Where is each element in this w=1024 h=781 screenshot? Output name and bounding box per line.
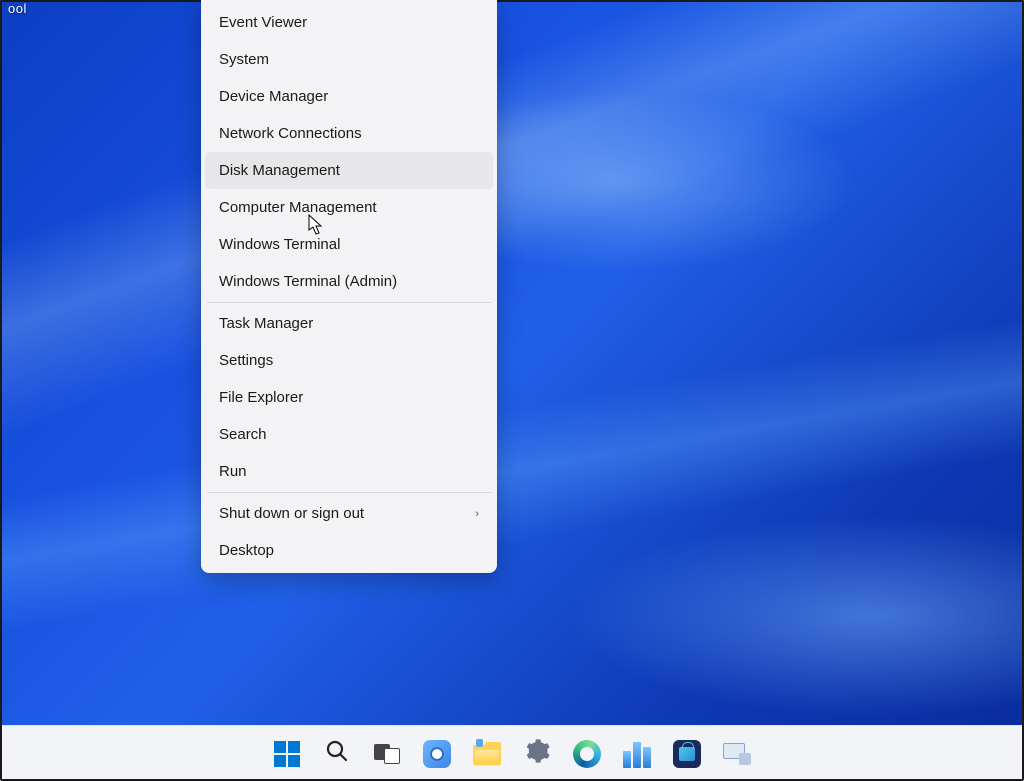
chat-icon	[423, 740, 451, 768]
desktop[interactable]: ool Event Viewer System Device Manager Netw…	[0, 0, 1024, 725]
menu-item-label: Disk Management	[219, 162, 340, 179]
menu-item-label: Network Connections	[219, 125, 362, 142]
menu-item-computer-management[interactable]: Computer Management	[205, 189, 493, 226]
menu-separator	[207, 492, 491, 493]
menu-item-label: Windows Terminal (Admin)	[219, 273, 397, 290]
menu-item-windows-terminal-admin[interactable]: Windows Terminal (Admin)	[205, 263, 493, 300]
menu-item-label: Event Viewer	[219, 14, 307, 31]
edge-icon	[573, 740, 601, 768]
microsoft-store-button[interactable]	[665, 732, 709, 776]
servermgr-icon	[623, 740, 651, 768]
menu-item-disk-management[interactable]: Disk Management	[205, 152, 493, 189]
menu-item-run[interactable]: Run	[205, 453, 493, 490]
menu-item-device-manager[interactable]: Device Manager	[205, 78, 493, 115]
winx-context-menu: Event Viewer System Device Manager Network …	[201, 0, 497, 573]
start-icon	[274, 741, 300, 767]
edge-button[interactable]	[565, 732, 609, 776]
menu-item-label: Task Manager	[219, 315, 313, 332]
file-explorer-button[interactable]	[465, 732, 509, 776]
taskview-icon	[374, 744, 400, 764]
menu-item-label: Search	[219, 426, 267, 443]
chat-button[interactable]	[415, 732, 459, 776]
start-button[interactable]	[265, 732, 309, 776]
menu-item-label: Windows Terminal	[219, 236, 340, 253]
menu-item-label: System	[219, 51, 269, 68]
menu-item-label: File Explorer	[219, 389, 303, 406]
task-view-button[interactable]	[365, 732, 409, 776]
menu-item-label: Desktop	[219, 542, 274, 559]
settings-icon	[523, 737, 551, 770]
desktop-icon-label-fragment: ool	[8, 1, 27, 16]
menu-item-label: Settings	[219, 352, 273, 369]
menu-item-label: Shut down or sign out	[219, 505, 364, 522]
explorer-icon	[473, 742, 501, 766]
install-device-button[interactable]	[715, 732, 759, 776]
menu-item-label: Computer Management	[219, 199, 377, 216]
menu-item-system[interactable]: System	[205, 41, 493, 78]
search-button[interactable]	[315, 732, 359, 776]
search-icon	[325, 739, 349, 768]
menu-item-shut-down-or-sign-out[interactable]: Shut down or sign out ›	[205, 495, 493, 532]
menu-item-file-explorer[interactable]: File Explorer	[205, 379, 493, 416]
store-icon	[673, 740, 701, 768]
menu-separator	[207, 302, 491, 303]
server-manager-button[interactable]	[615, 732, 659, 776]
menu-item-network-connections[interactable]: Network Connections	[205, 115, 493, 152]
menu-item-task-manager[interactable]: Task Manager	[205, 305, 493, 342]
menu-item-label: Run	[219, 463, 247, 480]
chevron-right-icon: ›	[475, 508, 479, 520]
extra-icon	[723, 743, 751, 765]
menu-item-event-viewer[interactable]: Event Viewer	[205, 4, 493, 41]
menu-item-desktop[interactable]: Desktop	[205, 532, 493, 569]
menu-item-windows-terminal[interactable]: Windows Terminal	[205, 226, 493, 263]
settings-button[interactable]	[515, 732, 559, 776]
menu-item-settings[interactable]: Settings	[205, 342, 493, 379]
menu-item-label: Device Manager	[219, 88, 328, 105]
menu-item-search[interactable]: Search	[205, 416, 493, 453]
taskbar	[0, 725, 1024, 781]
